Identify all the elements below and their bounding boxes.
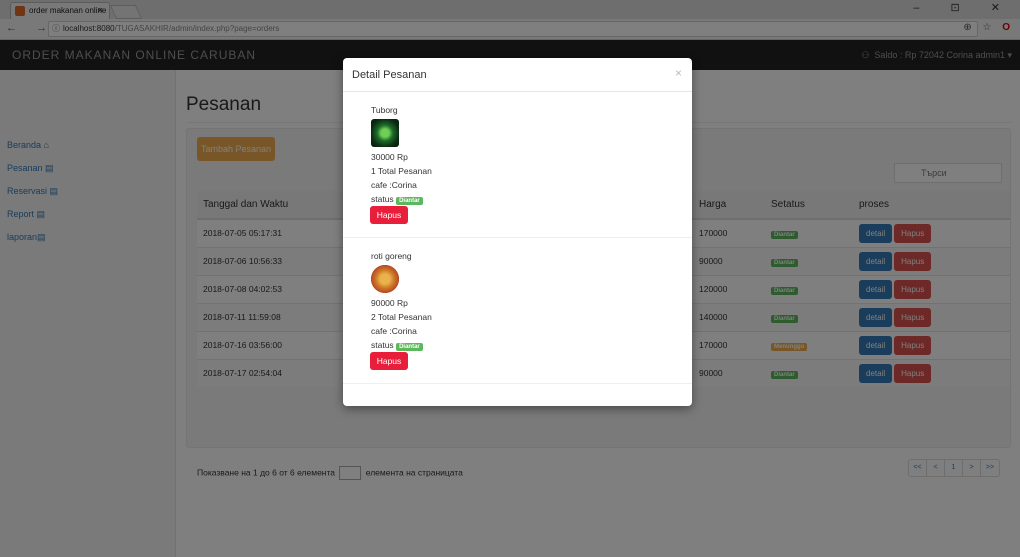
item-divider — [343, 237, 692, 238]
status-label: status — [371, 194, 394, 204]
item-quantity: 2 Total Pesanan — [371, 312, 432, 322]
item-price: 90000 Rp — [371, 298, 408, 308]
item-status: status Diantar — [371, 340, 423, 351]
item-quantity: 1 Total Pesanan — [371, 166, 432, 176]
status-label: status — [371, 340, 394, 350]
item-divider — [343, 383, 692, 384]
item-cafe: cafe :Corina — [371, 180, 417, 190]
status-badge: Diantar — [396, 343, 423, 351]
delete-item-button[interactable]: Hapus — [370, 206, 408, 224]
item-price: 30000 Rp — [371, 152, 408, 162]
modal-header: Detail Pesanan × — [343, 58, 692, 92]
order-detail-modal: Detail Pesanan × Tuborg 30000 Rp 1 Total… — [343, 58, 692, 406]
beer-icon — [371, 119, 399, 147]
item-status: status Diantar — [371, 194, 423, 205]
item-name: Tuborg — [371, 105, 398, 115]
delete-item-button[interactable]: Hapus — [370, 352, 408, 370]
item-cafe: cafe :Corina — [371, 326, 417, 336]
item-name: roti goreng — [371, 251, 412, 261]
pizza-icon — [371, 265, 399, 293]
status-badge: Diantar — [396, 197, 423, 205]
close-icon[interactable]: × — [675, 66, 682, 80]
modal-title: Detail Pesanan — [352, 69, 427, 81]
